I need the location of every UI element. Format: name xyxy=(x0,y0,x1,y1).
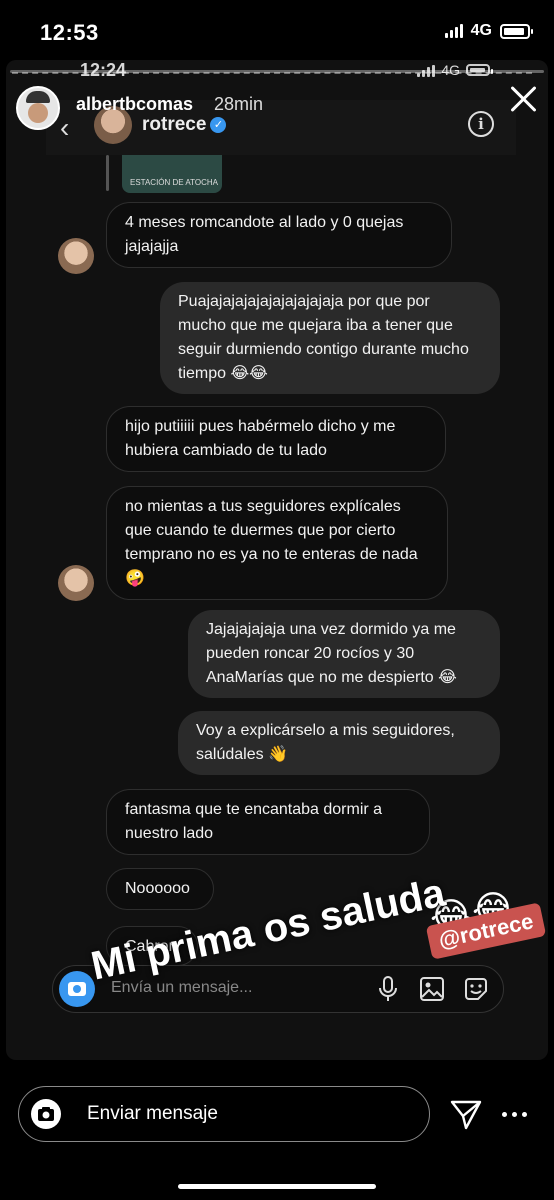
battery-icon xyxy=(500,23,533,39)
status-bar: 12:53 4G xyxy=(0,0,554,60)
reply-placeholder: Enviar mensaje xyxy=(87,1103,218,1124)
status-time: 12:53 xyxy=(40,20,99,45)
signal-icon xyxy=(444,24,463,38)
send-icon[interactable] xyxy=(449,1098,483,1132)
shared-post-thumbnail: ESTACIÓN DE ATOCHA xyxy=(122,155,222,193)
network-label: 4G xyxy=(470,22,492,39)
camera-icon[interactable] xyxy=(31,1099,61,1129)
story-username[interactable]: albertbcomas xyxy=(76,94,193,115)
composer-icons xyxy=(375,976,489,1002)
message-bubble: Voy a explicárselo a mis seguidores, sal… xyxy=(178,711,500,775)
more-options-icon[interactable] xyxy=(502,1104,528,1124)
message-bubble: Puajajajajajajajajajajaja por que por mu… xyxy=(160,282,500,394)
contact-avatar-small xyxy=(58,238,94,274)
message-bubble: no mientas a tus seguidores explícales q… xyxy=(106,486,448,600)
gallery-icon xyxy=(419,976,445,1002)
message-bubble: 4 meses romcandote al lado y 0 quejas ja… xyxy=(106,202,452,268)
close-icon[interactable] xyxy=(506,82,540,116)
reply-line xyxy=(106,155,109,191)
message-bubble: fantasma que te encantaba dormir a nuest… xyxy=(106,789,430,855)
story-header: albertbcomas 28min xyxy=(0,84,554,134)
story-time-ago: 28min xyxy=(214,94,264,114)
microphone-icon xyxy=(375,976,401,1002)
user-avatar[interactable] xyxy=(16,86,60,130)
shared-post-label: ESTACIÓN DE ATOCHA xyxy=(130,178,219,187)
status-indicators: 4G xyxy=(444,22,533,40)
reply-input[interactable]: Enviar mensaje xyxy=(18,1086,430,1142)
home-indicator xyxy=(178,1184,376,1189)
message-bubble: hijo putiiiii pues habérmelo dicho y me … xyxy=(106,406,446,472)
contact-avatar-small xyxy=(58,565,94,601)
message-bubble: Noooooo xyxy=(106,868,214,910)
camera-icon xyxy=(59,971,95,1007)
sticker-icon xyxy=(463,976,489,1002)
story-progress-bar xyxy=(10,70,544,73)
message-bubble: Jajajajajaja una vez dormido ya me puede… xyxy=(188,610,500,698)
